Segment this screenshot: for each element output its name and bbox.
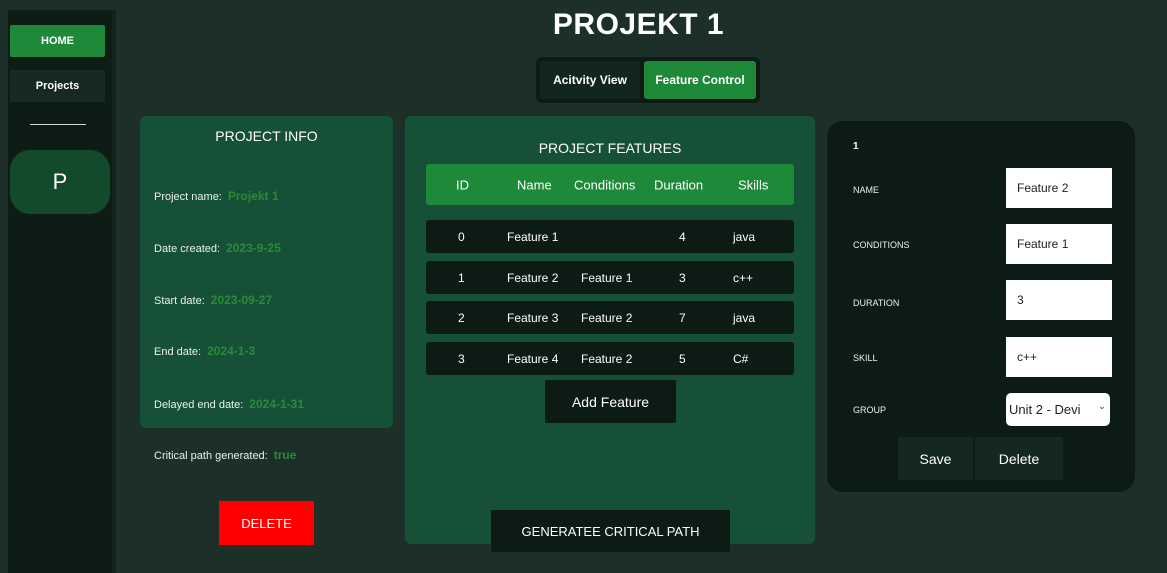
table-row[interactable]: 3 Feature 4 Feature 2 5 C# xyxy=(426,342,794,375)
cell-id: 3 xyxy=(458,351,465,366)
info-label: Project name: xyxy=(154,191,222,203)
feature-skill-input[interactable] xyxy=(1006,337,1112,377)
info-project-name: Project name: Projekt 1 xyxy=(154,189,279,203)
feature-duration-input[interactable] xyxy=(1006,280,1112,320)
table-row[interactable]: 2 Feature 3 Feature 2 7 java xyxy=(426,301,794,334)
cell-skills: C# xyxy=(733,351,749,366)
project-info-card: PROJECT INFO Project name: Projekt 1 Date… xyxy=(140,116,393,428)
cell-duration: 7 xyxy=(679,310,686,325)
name-label: NAME xyxy=(853,185,880,195)
cell-name: Feature 4 xyxy=(507,351,559,366)
cell-conditions: Feature 1 xyxy=(581,270,633,285)
cell-name: Feature 1 xyxy=(507,229,559,244)
cell-skills: java xyxy=(733,310,756,325)
nav-projects-button[interactable]: Projects xyxy=(10,70,105,102)
column-header-name: Name xyxy=(517,177,552,192)
column-header-id: ID xyxy=(456,177,469,192)
save-button[interactable]: Save xyxy=(898,437,973,480)
cell-conditions: Feature 2 xyxy=(581,310,633,325)
info-value: 2024-1-31 xyxy=(249,397,305,411)
delete-feature-button[interactable]: Delete xyxy=(975,437,1063,480)
tab-activity-view[interactable]: Acitvity View xyxy=(540,61,640,99)
group-select-value: Unit 2 - Devi xyxy=(1009,402,1081,417)
table-row[interactable]: 1 Feature 2 Feature 1 3 c++ xyxy=(426,261,794,294)
cell-id: 1 xyxy=(458,270,465,285)
cell-duration: 4 xyxy=(679,229,686,244)
add-feature-button[interactable]: Add Feature xyxy=(545,380,676,423)
project-info-title: PROJECT INFO xyxy=(215,128,318,144)
cell-id: 2 xyxy=(458,310,465,325)
column-header-conditions: Conditions xyxy=(574,177,636,192)
info-label: End date: xyxy=(154,346,202,358)
generate-critical-path-button[interactable]: GENERATEE CRITICAL PATH xyxy=(491,510,730,552)
cell-duration: 5 xyxy=(679,351,686,366)
group-select[interactable]: Unit 2 - Devi ⌄ xyxy=(1006,393,1110,426)
conditions-label: CONDITIONS xyxy=(853,240,910,250)
cell-name: Feature 3 xyxy=(507,310,559,325)
delete-project-button[interactable]: DELETE xyxy=(219,501,314,545)
info-label: Delayed end date: xyxy=(154,399,244,411)
cell-skills: java xyxy=(733,229,756,244)
column-header-skills: Skills xyxy=(738,177,769,192)
info-label: Date created: xyxy=(154,243,221,255)
project-avatar-button[interactable]: P xyxy=(10,150,110,214)
tab-feature-control[interactable]: Feature Control xyxy=(644,61,756,99)
critical-path-status: Critical path generated: true xyxy=(154,448,296,462)
info-label: Start date: xyxy=(154,295,205,307)
duration-label: DURATION xyxy=(853,298,900,308)
feature-name-input[interactable] xyxy=(1006,168,1112,208)
info-end-date: End date: 2024-1-3 xyxy=(154,344,255,358)
skill-label: SKILL xyxy=(853,353,878,363)
info-date-created: Date created: 2023-9-25 xyxy=(154,241,281,255)
info-value: 2024-1-3 xyxy=(207,344,256,358)
cell-name: Feature 2 xyxy=(507,270,559,285)
group-label: GROUP xyxy=(853,405,887,415)
chevron-down-icon: ⌄ xyxy=(1097,401,1107,415)
feature-conditions-input[interactable] xyxy=(1006,224,1112,264)
info-value: Projekt 1 xyxy=(227,189,279,203)
info-value: 2023-9-25 xyxy=(226,241,281,255)
sidebar: HOME Projects P xyxy=(8,10,116,573)
critical-path-value: true xyxy=(273,448,297,462)
column-header-duration: Duration xyxy=(654,177,704,192)
page-title: PROJEKT 1 xyxy=(552,8,725,41)
cell-duration: 3 xyxy=(679,270,686,285)
table-row[interactable]: 0 Feature 1 4 java xyxy=(426,220,794,253)
info-value: 2023-09-27 xyxy=(210,293,273,307)
critical-path-label: Critical path generated: xyxy=(154,450,268,462)
project-features-title: PROJECT FEATURES xyxy=(538,140,682,156)
features-table-header: ID Name Conditions Duration Skills xyxy=(426,164,794,205)
info-start-date: Start date: 2023-09-27 xyxy=(154,293,272,307)
info-delayed-end-date: Delayed end date: 2024-1-31 xyxy=(154,397,304,411)
cell-skills: c++ xyxy=(733,270,754,285)
feature-id: 1 xyxy=(853,141,859,152)
cell-id: 0 xyxy=(458,229,465,244)
sidebar-divider xyxy=(30,124,86,125)
view-switch: Acitvity View Feature Control xyxy=(536,57,760,103)
cell-conditions: Feature 2 xyxy=(581,351,633,366)
